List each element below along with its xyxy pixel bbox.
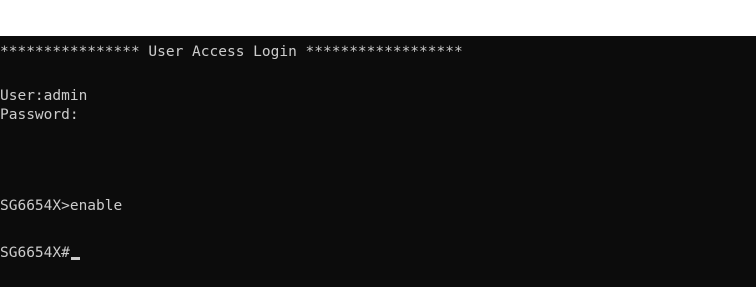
enable-command-line: SG6654X>enable: [0, 198, 123, 214]
password-line: Password:: [0, 107, 79, 123]
prompt-text: SG6654X#: [0, 245, 70, 261]
user-line: User:admin: [0, 88, 88, 104]
cursor-icon: [70, 257, 80, 260]
privileged-prompt-line[interactable]: SG6654X#: [0, 243, 80, 263]
login-banner: **************** User Access Login *****…: [0, 44, 463, 60]
terminal-window[interactable]: **************** User Access Login *****…: [0, 36, 756, 287]
